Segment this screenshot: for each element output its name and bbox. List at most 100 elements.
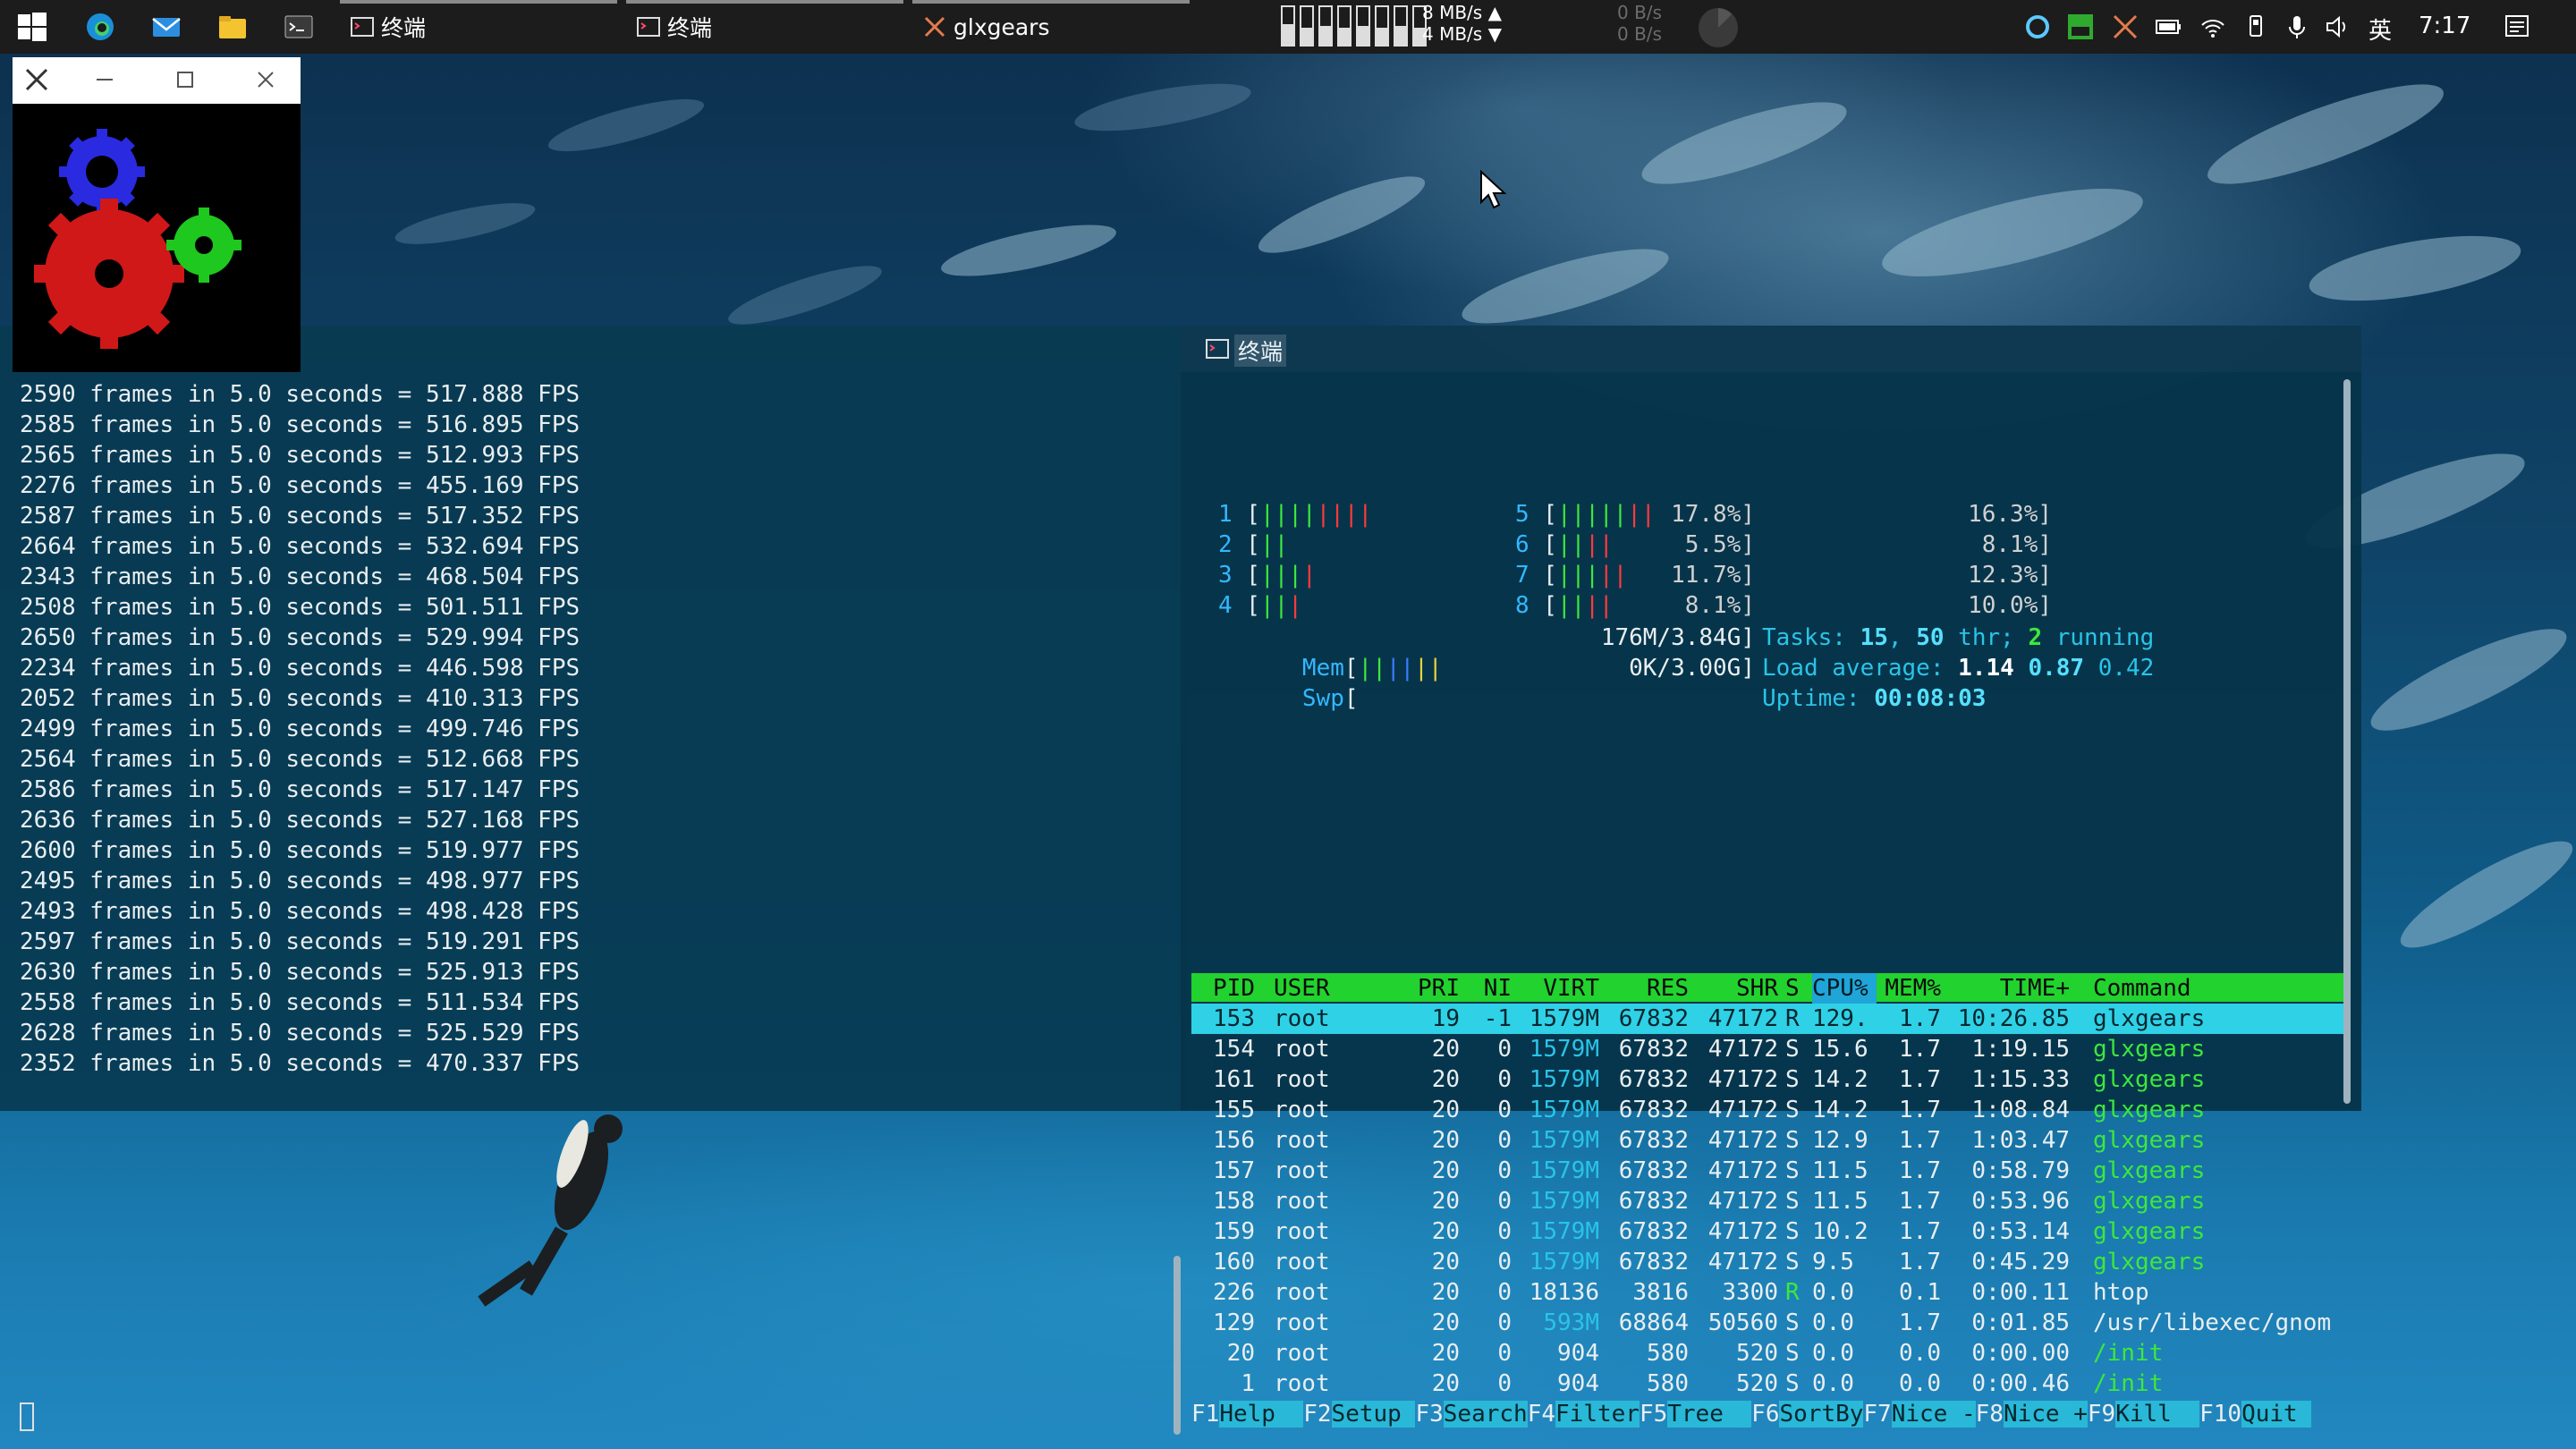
- cell-ni: 0: [1497, 1097, 1512, 1123]
- process-row[interactable]: 161 root 20 0 1579M 67832 47172 S 14.2 1.7 1:15.33…: [1191, 1064, 2345, 1095]
- process-row[interactable]: 154 root 20 0 1579M 67832 47172 S 15.6 1.7 1:19.15…: [1191, 1034, 2345, 1064]
- cell-s: S: [1785, 1309, 1800, 1336]
- cell-mem: 0.1: [1899, 1279, 1941, 1306]
- edge-browser-icon[interactable]: [84, 11, 116, 43]
- cell-virt: 1579M: [1529, 1157, 1599, 1184]
- terminal-window-htop[interactable]: 终端 1 [|||||||| 17.8%] 2 [|| 5.5%] 3 [|||| 11.…: [1181, 326, 2361, 1428]
- cell-res: 68864: [1618, 1309, 1689, 1336]
- terminal-app-icon[interactable]: [283, 11, 315, 43]
- cell-user: root: [1274, 1218, 1330, 1245]
- function-key-label[interactable]: SortBy: [1779, 1401, 1864, 1428]
- cell-ni: -1: [1483, 1005, 1512, 1032]
- process-row[interactable]: 156 root 20 0 1579M 67832 47172 S 12.9 1.7 1:03.47…: [1191, 1125, 2345, 1156]
- process-row[interactable]: 159 root 20 0 1579M 67832 47172 S 10.2 1.7 0:53.14…: [1191, 1216, 2345, 1247]
- cell-command: glxgears: [2093, 1249, 2206, 1275]
- column-header-time[interactable]: TIME+: [1948, 973, 2070, 1004]
- terminal-window-glxgears-output[interactable]: 2590 frames in 5.0 seconds = 517.888 FPS…: [0, 326, 1186, 1435]
- x11-icon: [924, 16, 945, 38]
- wifi-icon[interactable]: [2199, 13, 2227, 41]
- column-header-ni[interactable]: NI: [1465, 973, 1512, 1004]
- process-row[interactable]: 157 root 20 0 1579M 67832 47172 S 11.5 1.7 0:58.79…: [1191, 1156, 2345, 1186]
- cell-time: 0:53.96: [1971, 1188, 2070, 1215]
- column-header-shr[interactable]: SHR: [1692, 973, 1778, 1004]
- battery-icon[interactable]: [2154, 13, 2182, 41]
- function-key[interactable]: F10: [2199, 1401, 2241, 1428]
- function-key[interactable]: F6: [1751, 1401, 1779, 1428]
- process-row[interactable]: 158 root 20 0 1579M 67832 47172 S 11.5 1.7 0:53.96…: [1191, 1186, 2345, 1216]
- windows-start-icon[interactable]: [16, 11, 48, 43]
- meter-bracket: [: [1232, 562, 1260, 589]
- microphone-icon[interactable]: [2283, 13, 2311, 41]
- process-row[interactable]: 153 root 19 -1 1579M 67832 47172 R 129. 1.7 10:26.…: [1191, 1004, 2345, 1034]
- cell-cpu: 14.2: [1812, 1066, 1868, 1093]
- column-header-res[interactable]: RES: [1603, 973, 1689, 1004]
- function-key[interactable]: F2: [1303, 1401, 1331, 1428]
- function-key[interactable]: F4: [1528, 1401, 1555, 1428]
- cpu-meter: 2 [||: [1218, 530, 1288, 560]
- terminal-scrollbar[interactable]: [2343, 379, 2351, 1104]
- mail-icon[interactable]: [150, 11, 182, 43]
- core-meter-fill: [1283, 23, 1293, 45]
- function-key[interactable]: F7: [1863, 1401, 1891, 1428]
- process-row[interactable]: 155 root 20 0 1579M 67832 47172 S 14.2 1.7 1:08.84…: [1191, 1095, 2345, 1125]
- function-key-label[interactable]: Help: [1219, 1401, 1304, 1428]
- cell-s: S: [1785, 1157, 1800, 1184]
- core-meter: [1356, 5, 1370, 47]
- function-key[interactable]: F1: [1191, 1401, 1219, 1428]
- process-row[interactable]: 1 root 20 0 904 580 520 S 0.0 0.0 0:00.46/init: [1191, 1368, 2345, 1399]
- close-icon[interactable]: [252, 66, 279, 93]
- maximize-icon[interactable]: [172, 66, 199, 93]
- process-row[interactable]: 20 root 20 0 904 580 520 S 0.0 0.0 0:00.00/init: [1191, 1338, 2345, 1368]
- taskbar-app-glxgears[interactable]: glxgears: [912, 0, 1190, 54]
- terminal-scrollbar[interactable]: [1174, 1256, 1181, 1435]
- column-header-virt[interactable]: VIRT: [1513, 973, 1599, 1004]
- cell-pid: 156: [1213, 1127, 1255, 1154]
- function-key[interactable]: F3: [1415, 1401, 1443, 1428]
- column-header-pri[interactable]: PRI: [1406, 973, 1460, 1004]
- taskbar-app-terminal-2[interactable]: 终端: [626, 0, 903, 54]
- column-header-cpu[interactable]: CPU%: [1812, 973, 1877, 1004]
- cell-user: root: [1274, 1249, 1330, 1275]
- gpu-monitor-icon[interactable]: [2066, 13, 2095, 41]
- cell-ni: 0: [1497, 1218, 1512, 1245]
- function-key[interactable]: F8: [1976, 1401, 2004, 1428]
- column-header-s[interactable]: S: [1785, 973, 1803, 1004]
- function-key-label[interactable]: Setup: [1331, 1401, 1416, 1428]
- function-key-label[interactable]: Tree: [1667, 1401, 1752, 1428]
- function-key-label[interactable]: Quit: [2241, 1401, 2312, 1428]
- input-method-indicator[interactable]: 英: [2368, 13, 2392, 46]
- function-key-label[interactable]: Kill: [2115, 1401, 2200, 1428]
- function-key[interactable]: F5: [1640, 1401, 1667, 1428]
- column-header-user[interactable]: USER: [1274, 973, 1381, 1004]
- column-header-mem[interactable]: MEM%: [1882, 973, 1941, 1004]
- function-key-label[interactable]: Search: [1443, 1401, 1528, 1428]
- cortana-icon[interactable]: [2023, 13, 2052, 41]
- cell-res: 67832: [1618, 1036, 1689, 1063]
- process-row[interactable]: 160 root 20 0 1579M 67832 47172 S 9.5 1.7 0:45.29 g…: [1191, 1247, 2345, 1277]
- function-key-label[interactable]: Filter: [1555, 1401, 1640, 1428]
- cell-s: S: [1785, 1036, 1800, 1063]
- htop-function-keys[interactable]: F1Help F2Setup F3SearchF4FilterF5Tree F6…: [1191, 1399, 2345, 1429]
- file-explorer-icon[interactable]: [216, 11, 249, 43]
- terminal-titlebar[interactable]: 终端: [1181, 326, 2361, 372]
- column-header-command[interactable]: Command: [2093, 973, 2345, 1004]
- taskbar-app-terminal-1[interactable]: 终端: [340, 0, 617, 54]
- process-table-header[interactable]: PID USER PRI NI VIRT RES SHR S CPU% MEM% TIME+ Comm…: [1191, 973, 2345, 1004]
- function-key[interactable]: F9: [2088, 1401, 2115, 1428]
- usb-device-icon[interactable]: [2241, 13, 2270, 41]
- notification-center-icon[interactable]: [2503, 13, 2531, 41]
- minimize-icon[interactable]: [91, 66, 118, 93]
- glxgears-titlebar[interactable]: [13, 57, 301, 104]
- clock[interactable]: 7:17: [2419, 13, 2470, 39]
- function-key-label[interactable]: Nice +: [2003, 1401, 2088, 1428]
- cell-pid: 158: [1213, 1188, 1255, 1215]
- glxgears-window[interactable]: [13, 57, 301, 372]
- cell-user: root: [1274, 1066, 1330, 1093]
- volume-icon[interactable]: [2324, 13, 2352, 41]
- terminal-titlebar[interactable]: [301, 326, 1186, 372]
- column-header-pid[interactable]: PID: [1206, 973, 1255, 1004]
- process-row[interactable]: 226 root 20 0 18136 3816 3300 R 0.0 0.1 0:00.11 hto…: [1191, 1277, 2345, 1308]
- function-key-label[interactable]: Nice -: [1891, 1401, 1976, 1428]
- process-row[interactable]: 129 root 20 0 593M 68864 50560 S 0.0 1.7 0:01.85/u…: [1191, 1308, 2345, 1338]
- x-server-icon[interactable]: [2111, 13, 2140, 41]
